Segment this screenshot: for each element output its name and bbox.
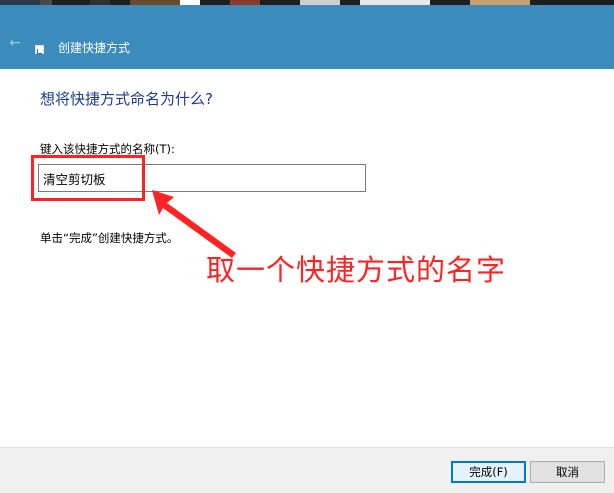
dialog-title: 创建快捷方式 [58, 41, 131, 55]
finish-button[interactable]: 完成(F) [451, 461, 526, 483]
create-shortcut-dialog: ← 创建快捷方式 想将快捷方式命名为什么? 键入该快捷方式的名称(T): 单击“… [0, 0, 614, 493]
page-heading: 想将快捷方式命名为什么? [40, 90, 213, 108]
shortcut-name-label: 键入该快捷方式的名称(T): [40, 142, 175, 156]
annotation-arrow [152, 190, 236, 258]
annotation-text: 取一个快捷方式的名字 [206, 253, 507, 287]
title-bar: ← 创建快捷方式 [0, 5, 614, 69]
shortcut-icon [35, 45, 44, 54]
shortcut-name-input[interactable] [38, 164, 366, 192]
finish-hint: 单击“完成”创建快捷方式。 [40, 231, 179, 245]
dialog-footer: 完成(F) 取消 [0, 447, 614, 493]
cancel-button[interactable]: 取消 [530, 461, 605, 483]
back-arrow-icon[interactable]: ← [6, 35, 24, 51]
